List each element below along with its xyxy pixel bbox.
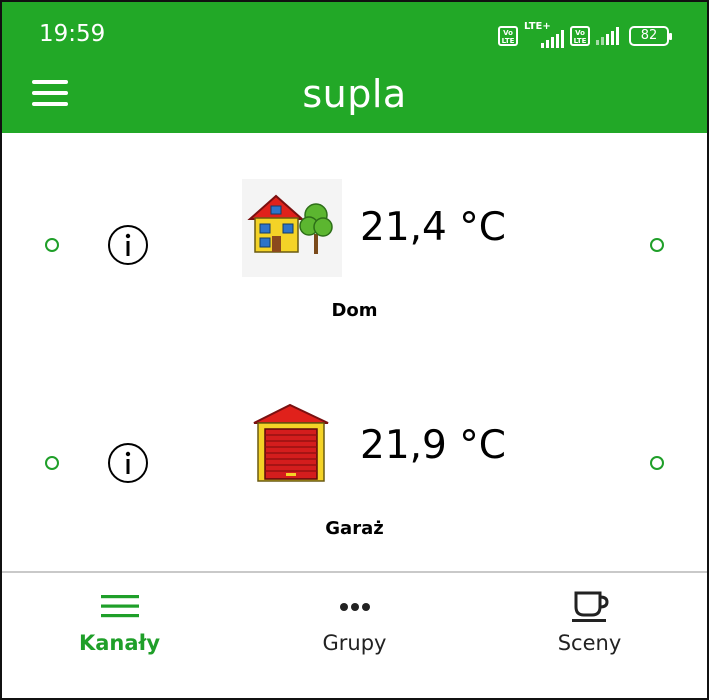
nav-label-channels: Kanały <box>78 631 161 655</box>
cup-icon <box>571 591 609 622</box>
right-connection-indicator <box>650 456 664 470</box>
nav-tab-groups[interactable]: Grupy <box>237 573 472 698</box>
signal-bars-icon-sim2 <box>596 27 619 45</box>
info-icon[interactable] <box>107 224 149 266</box>
status-icons: Vo LTE LTE+ Vo LTE 82 <box>498 21 672 48</box>
channel-row-dom[interactable]: 21,4 °C Dom <box>2 135 707 355</box>
nav-label-groups: Grupy <box>322 631 387 655</box>
house-with-tree-icon <box>242 179 342 277</box>
volte-badge-sim2: Vo LTE <box>570 26 590 46</box>
app-bar: 19:59 Vo LTE LTE+ Vo LTE 82 supla <box>2 2 707 133</box>
left-connection-indicator <box>45 456 59 470</box>
garage-icon <box>253 403 329 482</box>
right-connection-indicator <box>650 238 664 252</box>
temperature-value: 21,4 °C <box>360 205 506 250</box>
channel-caption: Dom <box>331 300 378 321</box>
app-screen: 19:59 Vo LTE LTE+ Vo LTE 82 supla 21,4 °… <box>0 0 709 700</box>
bottom-navigation: Kanały Grupy Sceny <box>2 573 707 698</box>
nav-label-scenes: Sceny <box>557 631 622 655</box>
lte-signal-sim1: LTE+ <box>524 21 564 48</box>
status-time: 19:59 <box>39 21 106 47</box>
info-icon[interactable] <box>107 442 149 484</box>
status-bar: 19:59 Vo LTE LTE+ Vo LTE 82 <box>2 2 707 62</box>
more-dots-icon <box>339 603 370 611</box>
nav-tab-channels[interactable]: Kanały <box>2 573 237 698</box>
channel-row-garaz[interactable]: 21,9 °C Garaż <box>2 353 707 573</box>
channel-caption: Garaż <box>325 518 384 539</box>
list-icon <box>100 595 139 618</box>
temperature-value: 21,9 °C <box>360 423 506 468</box>
left-connection-indicator <box>45 238 59 252</box>
app-title: supla <box>302 72 407 116</box>
signal-bars-icon <box>541 30 564 48</box>
battery-icon: 82 <box>629 26 672 46</box>
volte-badge-sim1: Vo LTE <box>498 26 518 46</box>
nav-tab-scenes[interactable]: Sceny <box>472 573 707 698</box>
